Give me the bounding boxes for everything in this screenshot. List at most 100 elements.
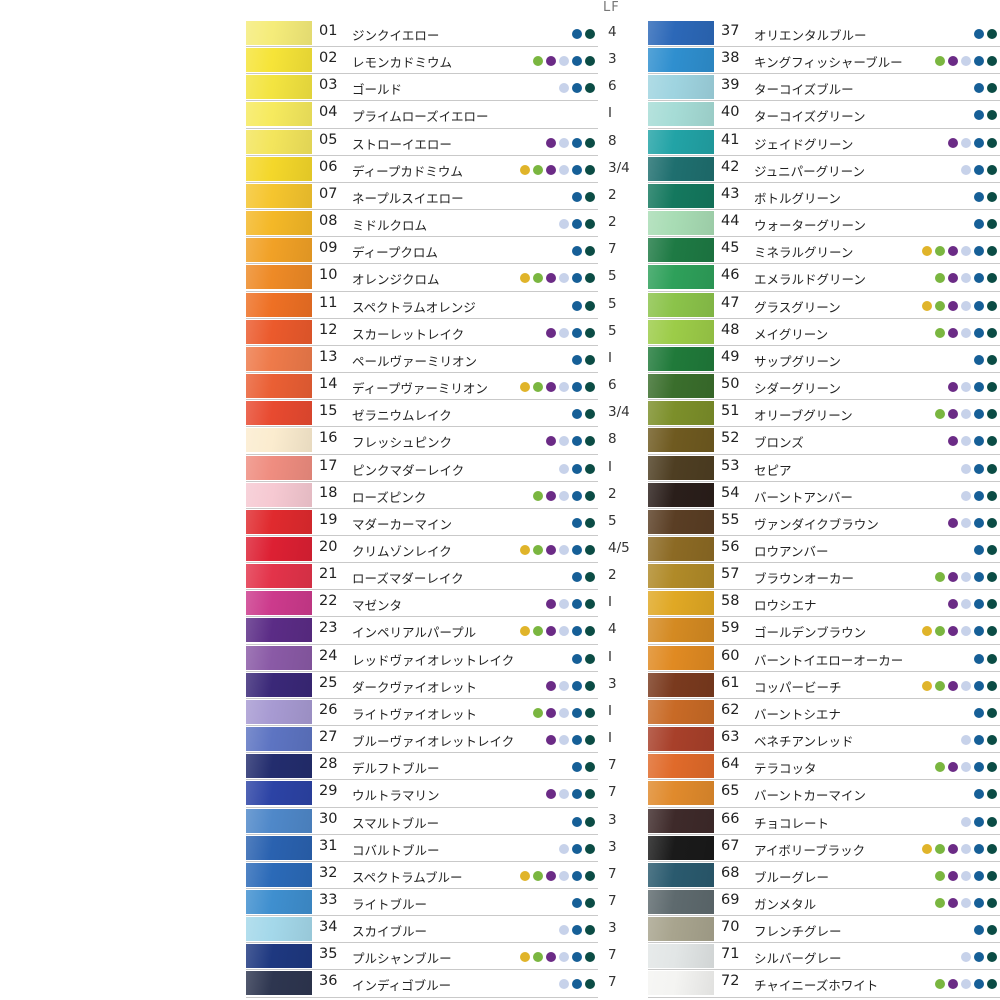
- dot-blue-icon: [572, 463, 582, 474]
- dot-blue-icon: [572, 626, 582, 637]
- color-name: オリーブグリーン: [754, 408, 853, 424]
- dot-blue-icon: [974, 409, 984, 420]
- color-swatch: [246, 754, 312, 779]
- color-number: 30: [319, 810, 338, 827]
- property-dots: [572, 572, 595, 583]
- lightfastness-value: 2: [608, 214, 617, 231]
- color-number: 06: [319, 158, 338, 175]
- dot-dark-icon: [987, 300, 997, 311]
- color-number: 49: [721, 348, 740, 365]
- dot-dark-icon: [585, 273, 595, 284]
- color-row: 43 ボトルグリーン: [648, 183, 1000, 211]
- dot-purple-icon: [948, 517, 958, 528]
- dot-green-icon: [935, 327, 945, 338]
- color-name: ペールヴァーミリオン: [352, 353, 478, 369]
- property-dots: [533, 56, 595, 67]
- dot-pale-icon: [961, 382, 971, 393]
- property-dots: [935, 572, 997, 583]
- color-number: 64: [721, 756, 740, 773]
- dot-blue-icon: [974, 137, 984, 148]
- property-dots: [961, 490, 997, 501]
- dot-dark-icon: [987, 273, 997, 284]
- dot-dark-icon: [585, 816, 595, 827]
- property-dots: [520, 544, 595, 555]
- dot-dark-icon: [585, 436, 595, 447]
- color-name: スカーレットレイク: [352, 326, 465, 342]
- color-swatch: [246, 129, 312, 154]
- property-dots: [961, 164, 997, 175]
- color-row: 03 ゴールド 6: [246, 74, 617, 102]
- color-number: 65: [721, 783, 740, 800]
- dot-blue-icon: [572, 327, 582, 338]
- color-swatch: [648, 672, 714, 697]
- color-row: 04 プライムローズイエロー I: [246, 101, 612, 129]
- color-row: 05 ストローイエロー 8: [246, 129, 617, 156]
- color-row: 62 バーントシエナ: [648, 699, 1000, 727]
- dot-pale-icon: [559, 925, 569, 936]
- dot-pale-icon: [961, 816, 971, 827]
- color-row: 29 ウルトラマリン 7: [246, 780, 617, 808]
- color-name: レッドヴァイオレットレイク: [352, 652, 515, 668]
- dot-purple-icon: [546, 544, 556, 555]
- color-swatch: [648, 156, 714, 181]
- dot-dark-icon: [987, 870, 997, 881]
- dot-blue-icon: [974, 300, 984, 311]
- dot-blue-icon: [974, 327, 984, 338]
- lf-column-header: LF: [603, 0, 620, 15]
- color-number: 11: [319, 294, 338, 311]
- color-number: 42: [721, 158, 740, 175]
- dot-dark-icon: [987, 83, 997, 94]
- dot-green-icon: [533, 490, 543, 501]
- lightfastness-value: I: [608, 730, 612, 747]
- dot-green-icon: [533, 544, 543, 555]
- color-name: セピア: [754, 462, 792, 478]
- dot-dark-icon: [987, 110, 997, 121]
- dot-blue-icon: [974, 191, 984, 202]
- lightfastness-value: 7: [608, 865, 617, 882]
- lightfastness-value: 4/5: [608, 539, 630, 556]
- color-name: ピンクマダーレイク: [352, 462, 465, 478]
- color-name: レモンカドミウム: [352, 55, 453, 71]
- color-row: 59 ゴールデンブラウン: [648, 617, 1000, 645]
- dot-blue-icon: [572, 952, 582, 963]
- color-swatch: [648, 536, 714, 561]
- dot-dark-icon: [585, 789, 595, 800]
- dot-dark-icon: [987, 219, 997, 230]
- color-swatch: [246, 591, 312, 616]
- lightfastness-value: 2: [608, 485, 617, 502]
- dot-blue-icon: [974, 572, 984, 583]
- color-row: 56 ロウアンバー: [648, 536, 1000, 564]
- dot-dark-icon: [585, 56, 595, 67]
- color-swatch: [246, 781, 312, 806]
- color-row: 49 サップグリーン: [648, 346, 1000, 374]
- color-number: 25: [319, 674, 338, 691]
- dot-dark-icon: [585, 409, 595, 420]
- dot-dark-icon: [585, 191, 595, 202]
- dot-purple-icon: [546, 490, 556, 501]
- color-swatch: [648, 48, 714, 73]
- dot-pale-icon: [559, 490, 569, 501]
- color-name: ブロンズ: [754, 435, 804, 451]
- dot-blue-icon: [974, 653, 984, 664]
- color-swatch: [246, 346, 312, 371]
- color-name: オリエンタルブルー: [754, 28, 867, 43]
- color-swatch: [648, 835, 714, 860]
- dot-dark-icon: [987, 29, 997, 39]
- property-dots: [572, 191, 595, 202]
- color-swatch: [648, 862, 714, 887]
- color-row: 41 ジェイドグリーン: [648, 129, 1000, 156]
- color-name: ガンメタル: [754, 897, 817, 912]
- property-dots: [948, 137, 997, 148]
- color-swatch: [648, 75, 714, 100]
- color-number: 56: [721, 538, 740, 555]
- color-row: 38 キングフィッシャーブルー: [648, 47, 1000, 75]
- color-number: 60: [721, 647, 740, 664]
- dot-dark-icon: [987, 490, 997, 501]
- color-swatch: [246, 265, 312, 290]
- color-number: 05: [319, 131, 338, 148]
- dot-purple-icon: [546, 273, 556, 284]
- color-name: デルフトブルー: [352, 761, 440, 777]
- color-swatch: [246, 672, 312, 697]
- lightfastness-value: 2: [608, 567, 617, 584]
- dot-dark-icon: [987, 707, 997, 718]
